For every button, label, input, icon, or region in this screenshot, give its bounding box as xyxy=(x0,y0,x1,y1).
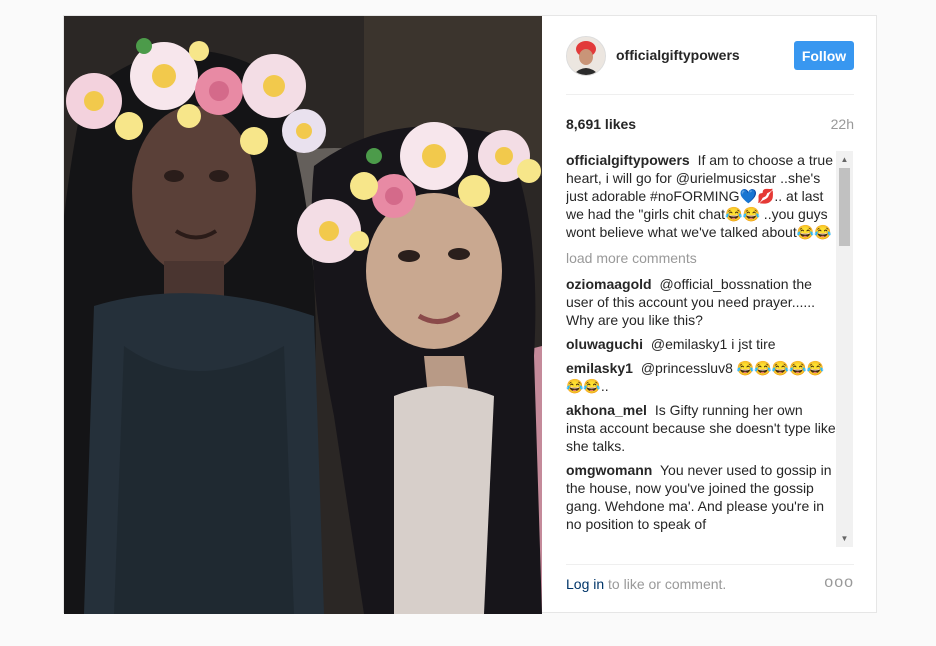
comments-area[interactable]: officialgiftypowers If am to choose a tr… xyxy=(566,151,856,547)
comment-item: oluwaguchi @emilasky1 i jst tire xyxy=(566,335,836,353)
caption: officialgiftypowers If am to choose a tr… xyxy=(566,151,836,241)
post-username[interactable]: officialgiftypowers xyxy=(616,47,740,63)
post-header: officialgiftypowers Follow xyxy=(566,16,854,95)
avatar[interactable] xyxy=(566,36,606,76)
comment-item: akhona_mel Is Gifty running her own inst… xyxy=(566,401,836,455)
avatar-image xyxy=(567,37,605,75)
caption-username[interactable]: officialgiftypowers xyxy=(566,152,690,168)
scroll-down-arrow-icon[interactable]: ▼ xyxy=(836,530,853,547)
follow-button[interactable]: Follow xyxy=(794,41,854,70)
comment-username[interactable]: oziomaagold xyxy=(566,276,652,292)
likes-count[interactable]: 8,691 likes xyxy=(566,116,636,132)
post-footer: Log in to like or comment. ooo xyxy=(566,564,854,601)
comment-item: oziomaagold @official_bossnation the use… xyxy=(566,275,836,329)
post-photo-illustration xyxy=(64,16,542,614)
login-link[interactable]: Log in xyxy=(566,576,604,592)
comment-username[interactable]: oluwaguchi xyxy=(566,336,643,352)
likes-row: 8,691 likes 22h xyxy=(566,116,854,136)
login-prompt-text: to like or comment. xyxy=(604,576,727,592)
scroll-up-arrow-icon[interactable]: ▲ xyxy=(836,151,853,168)
load-more-comments-link[interactable]: load more comments xyxy=(566,249,836,267)
post-sidebar: officialgiftypowers Follow 8,691 likes 2… xyxy=(542,16,878,614)
comment-username[interactable]: emilasky1 xyxy=(566,360,633,376)
comments-list: officialgiftypowers If am to choose a tr… xyxy=(566,151,836,539)
login-prompt: Log in to like or comment. xyxy=(566,576,726,592)
comment-username[interactable]: akhona_mel xyxy=(566,402,647,418)
more-options-icon[interactable]: ooo xyxy=(824,574,854,592)
post-photo[interactable] xyxy=(64,16,542,614)
comments-scrollbar[interactable]: ▲ ▼ xyxy=(836,151,853,547)
instagram-post: officialgiftypowers Follow 8,691 likes 2… xyxy=(63,15,878,614)
comment-text: @emilasky1 i jst tire xyxy=(650,336,776,352)
post-time[interactable]: 22h xyxy=(831,116,854,132)
scrollbar-thumb[interactable] xyxy=(839,168,850,246)
comment-username[interactable]: omgwomann xyxy=(566,462,652,478)
comment-item: emilasky1 @princessluv8 😂😂😂😂😂😂😂.. xyxy=(566,359,836,395)
comment-item: omgwomann You never used to gossip in th… xyxy=(566,461,836,533)
